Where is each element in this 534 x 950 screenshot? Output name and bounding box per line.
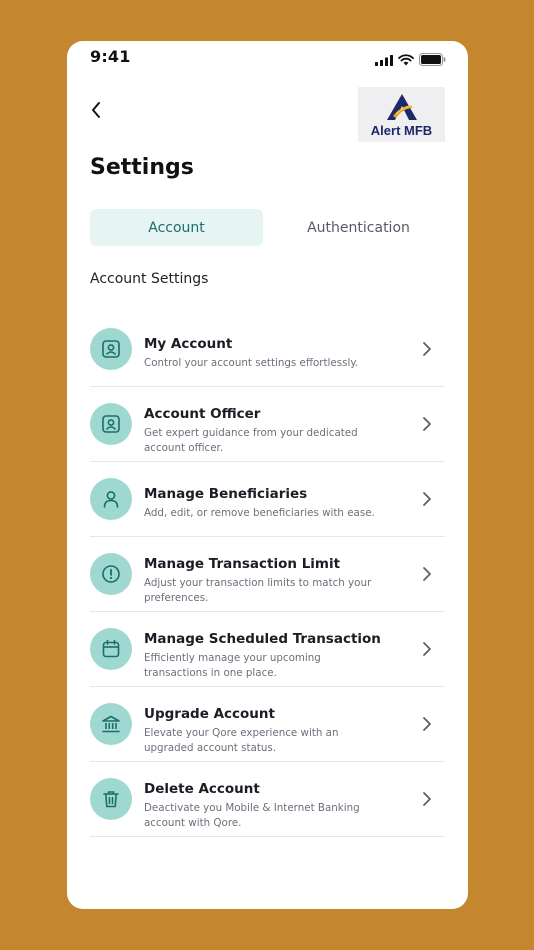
item-description: Deactivate you Mobile & Internet Banking…	[144, 802, 360, 829]
tab-account[interactable]: Account	[90, 209, 263, 246]
chevron-right-icon	[423, 492, 431, 506]
item-description: Get expert guidance from your dedicated …	[144, 427, 358, 454]
list-item-my-account[interactable]: My Account Control your account settings…	[90, 312, 445, 387]
logo-text: Alert MFB	[370, 123, 433, 138]
list-item-delete-account[interactable]: Delete Account Deactivate you Mobile & I…	[90, 762, 445, 837]
tab-authentication[interactable]: Authentication	[272, 209, 445, 246]
list-item-upgrade-account[interactable]: Upgrade Account Elevate your Qore experi…	[90, 687, 445, 762]
item-label: Delete Account	[144, 781, 260, 797]
item-description: Adjust your transaction limits to match …	[144, 577, 372, 604]
status-bar: 9:41	[67, 41, 468, 75]
chevron-left-icon	[90, 101, 102, 123]
battery-icon	[419, 51, 446, 70]
item-label: Manage Scheduled Transaction	[144, 631, 381, 647]
item-label: Upgrade Account	[144, 706, 275, 722]
alert-mfb-logo: Alert MFB	[358, 87, 445, 142]
alert-circle-icon	[90, 553, 132, 595]
item-label: My Account	[144, 336, 233, 352]
account-card-icon	[90, 328, 132, 370]
item-description: Efficiently manage your upcoming transac…	[144, 652, 321, 679]
user-icon	[90, 478, 132, 520]
wifi-icon	[398, 51, 414, 70]
chevron-right-icon	[423, 642, 431, 656]
item-description: Control your account settings effortless…	[144, 357, 359, 369]
item-label: Account Officer	[144, 406, 261, 422]
item-description: Add, edit, or remove beneficiaries with …	[144, 507, 375, 519]
page-title: Settings	[90, 155, 194, 180]
chevron-right-icon	[423, 717, 431, 731]
status-icons	[375, 51, 446, 70]
logo-mark-icon	[386, 94, 417, 124]
trash-icon	[90, 778, 132, 820]
item-label: Manage Transaction Limit	[144, 556, 341, 572]
bank-icon	[90, 703, 132, 745]
item-label: Manage Beneficiaries	[144, 486, 308, 502]
calendar-icon	[90, 628, 132, 670]
chevron-right-icon	[423, 567, 431, 581]
list-item-account-officer[interactable]: Account Officer Get expert guidance from…	[90, 387, 445, 462]
phone-screen: 9:41 Alert MFB Settings Account Authenti…	[67, 41, 468, 909]
cellular-signal-icon	[375, 51, 393, 70]
settings-list: My Account Control your account settings…	[90, 312, 445, 837]
section-title: Account Settings	[90, 271, 209, 287]
status-time: 9:41	[90, 47, 131, 66]
chevron-right-icon	[423, 792, 431, 806]
account-card-icon	[90, 403, 132, 445]
chevron-right-icon	[423, 342, 431, 356]
back-button[interactable]	[85, 101, 107, 123]
chevron-right-icon	[423, 417, 431, 431]
list-item-manage-beneficiaries[interactable]: Manage Beneficiaries Add, edit, or remov…	[90, 462, 445, 537]
list-item-manage-transaction-limit[interactable]: Manage Transaction Limit Adjust your tra…	[90, 537, 445, 612]
settings-tabs: Account Authentication	[90, 209, 445, 246]
item-description: Elevate your Qore experience with an upg…	[144, 727, 339, 754]
list-item-manage-scheduled-transaction[interactable]: Manage Scheduled Transaction Efficiently…	[90, 612, 445, 687]
